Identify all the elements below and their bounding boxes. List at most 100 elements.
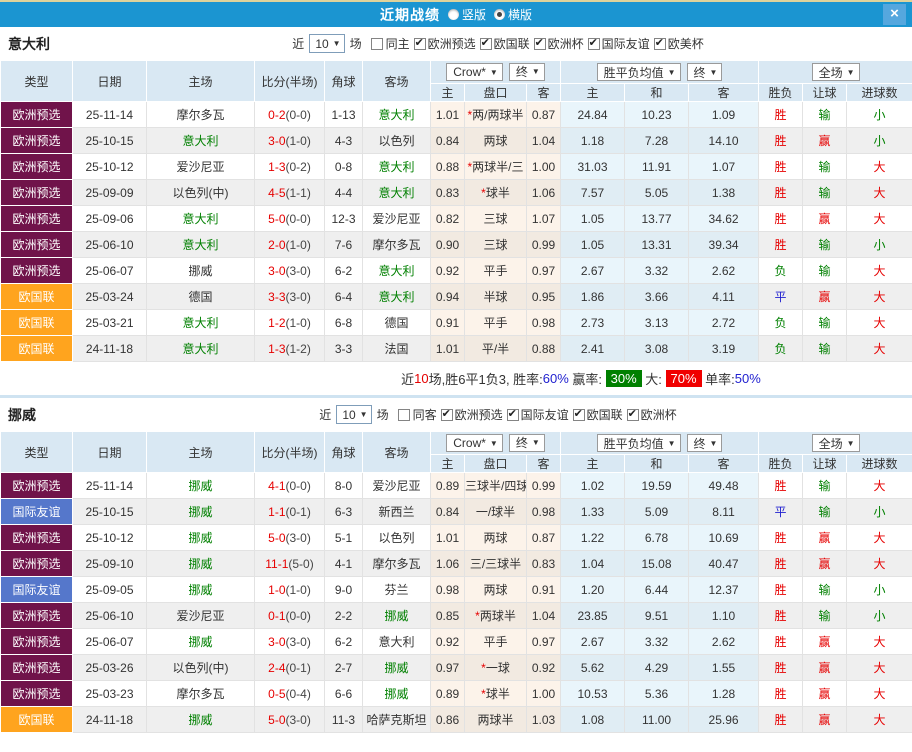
modal-titlebar: 近期战绩 竖版 横版 × [0,0,912,27]
avg-draw: 11.91 [625,154,689,180]
competition-checkbox[interactable] [480,38,492,50]
avg-away: 25.96 [689,707,759,733]
competition-badge: 欧洲预选 [1,551,73,577]
recent-count-select[interactable]: 10▼ [309,34,344,53]
competition-badge: 欧洲预选 [1,206,73,232]
goals-result-cell: 小 [847,128,912,154]
summary-segment: 单率: [702,369,735,388]
handicap-result-cell: 输 [803,310,847,336]
chevron-down-icon: ▼ [710,68,718,77]
radio-icon[interactable] [448,9,459,20]
home-team: 挪威 [147,551,255,577]
matches-label: 场 [350,35,362,52]
match-date: 25-09-05 [73,577,147,603]
match-date: 25-03-24 [73,284,147,310]
goals-result-cell: 大 [847,707,912,733]
team-name: 挪威 [8,405,36,425]
home-odds: 1.01 [431,336,465,362]
avg-draw: 6.44 [625,577,689,603]
competition-checkbox[interactable] [441,409,453,421]
avg-draw: 5.36 [625,681,689,707]
competition-checkbox[interactable] [414,38,426,50]
sub-column-header: 主 [431,455,465,473]
handicap-result-cell: 输 [803,258,847,284]
competition-checkbox[interactable] [588,38,600,50]
final-line-select[interactable]: 终▼ [509,434,545,452]
away-team: 摩尔多瓦 [363,232,431,258]
select-value: 终 [516,63,528,80]
away-team: 摩尔多瓦 [363,551,431,577]
layout-radio-horizontal[interactable]: 横版 [494,6,532,23]
away-odds: 1.00 [527,681,561,707]
halftime-score: (3-0) [286,713,311,727]
match-row: 欧洲预选25-11-14摩尔多瓦0-2(0-0)1-13意大利1.01*两/两球… [1,102,912,128]
competition-badge: 欧洲预选 [1,102,73,128]
handicap-line: 三球半/四球 [465,473,527,499]
final-line-select[interactable]: 终▼ [509,63,545,81]
avg-draw: 10.23 [625,102,689,128]
avg-draw: 5.05 [625,180,689,206]
handicap-result-cell: 赢 [803,206,847,232]
away-team: 德国 [363,310,431,336]
wdl-average-select[interactable]: 胜平负均值▼ [597,63,681,81]
competition-checkbox[interactable] [573,409,585,421]
bookmaker-select[interactable]: Crow*▼ [446,63,503,81]
radio-label: 竖版 [462,6,486,23]
summary-line: 近10场,胜6平1负3, 胜率:60% 赢率: 30% 大: 70% 单率:50… [0,362,912,395]
away-odds: 0.83 [527,551,561,577]
home-team: 爱沙尼亚 [147,154,255,180]
competition-checkbox[interactable] [534,38,546,50]
avg-draw: 13.31 [625,232,689,258]
wdl-average-select[interactable]: 胜平负均值▼ [597,434,681,452]
competition-badge: 国际友谊 [1,499,73,525]
away-team: 意大利 [363,258,431,284]
result-cell: 胜 [759,232,803,258]
result-cell: 胜 [759,707,803,733]
sub-column-header: 胜负 [759,455,803,473]
home-odds: 0.92 [431,258,465,284]
close-button[interactable]: × [883,4,906,25]
home-team: 摩尔多瓦 [147,102,255,128]
avg-draw: 19.59 [625,473,689,499]
final-average-select[interactable]: 终▼ [687,434,723,452]
handicap-result-cell: 赢 [803,525,847,551]
filter-controls: 近10▼场同客欧洲预选国际友谊欧国联欧洲杯 [319,405,676,424]
match-scope-select[interactable]: 全场▼ [812,434,860,452]
match-row: 欧洲预选25-03-26以色列(中)2-4(0-1)2-7挪威0.97*一球0.… [1,655,912,681]
competition-label: 欧洲杯 [641,406,677,423]
corners-cell: 6-6 [325,681,363,707]
recent-count-select[interactable]: 10▼ [336,405,371,424]
corners-cell: 2-7 [325,655,363,681]
matches-label: 场 [377,406,389,423]
radio-icon[interactable] [494,9,505,20]
match-row: 欧洲预选25-10-15意大利3-0(1-0)4-3以色列0.84两球1.041… [1,128,912,154]
away-team: 新西兰 [363,499,431,525]
result-cell: 胜 [759,180,803,206]
select-value: 10 [315,37,328,51]
corners-cell: 1-13 [325,102,363,128]
competition-checkbox[interactable] [507,409,519,421]
same-venue-checkbox[interactable] [371,38,383,50]
avg-away: 2.62 [689,629,759,655]
result-cell: 胜 [759,206,803,232]
competition-checkbox[interactable] [654,38,666,50]
avg-home: 31.03 [561,154,625,180]
final-average-select[interactable]: 终▼ [687,63,723,81]
score-cell: 1-2(1-0) [255,310,325,336]
layout-radio-vertical[interactable]: 竖版 [448,6,486,23]
match-scope-select[interactable]: 全场▼ [812,63,860,81]
away-odds: 0.91 [527,577,561,603]
same-venue-checkbox[interactable] [398,409,410,421]
match-row: 欧国联24-11-18意大利1-3(1-2)3-3法国1.01平/半0.882.… [1,336,912,362]
home-odds: 1.01 [431,525,465,551]
chevron-down-icon: ▼ [668,68,676,77]
handicap-result-cell: 输 [803,603,847,629]
match-date: 25-03-23 [73,681,147,707]
close-icon: × [890,5,899,22]
away-odds: 1.07 [527,206,561,232]
avg-home: 1.22 [561,525,625,551]
bookmaker-select[interactable]: Crow*▼ [446,434,503,452]
scope-group-header: 全场▼ [759,61,912,84]
competition-checkbox[interactable] [627,409,639,421]
away-team: 意大利 [363,102,431,128]
